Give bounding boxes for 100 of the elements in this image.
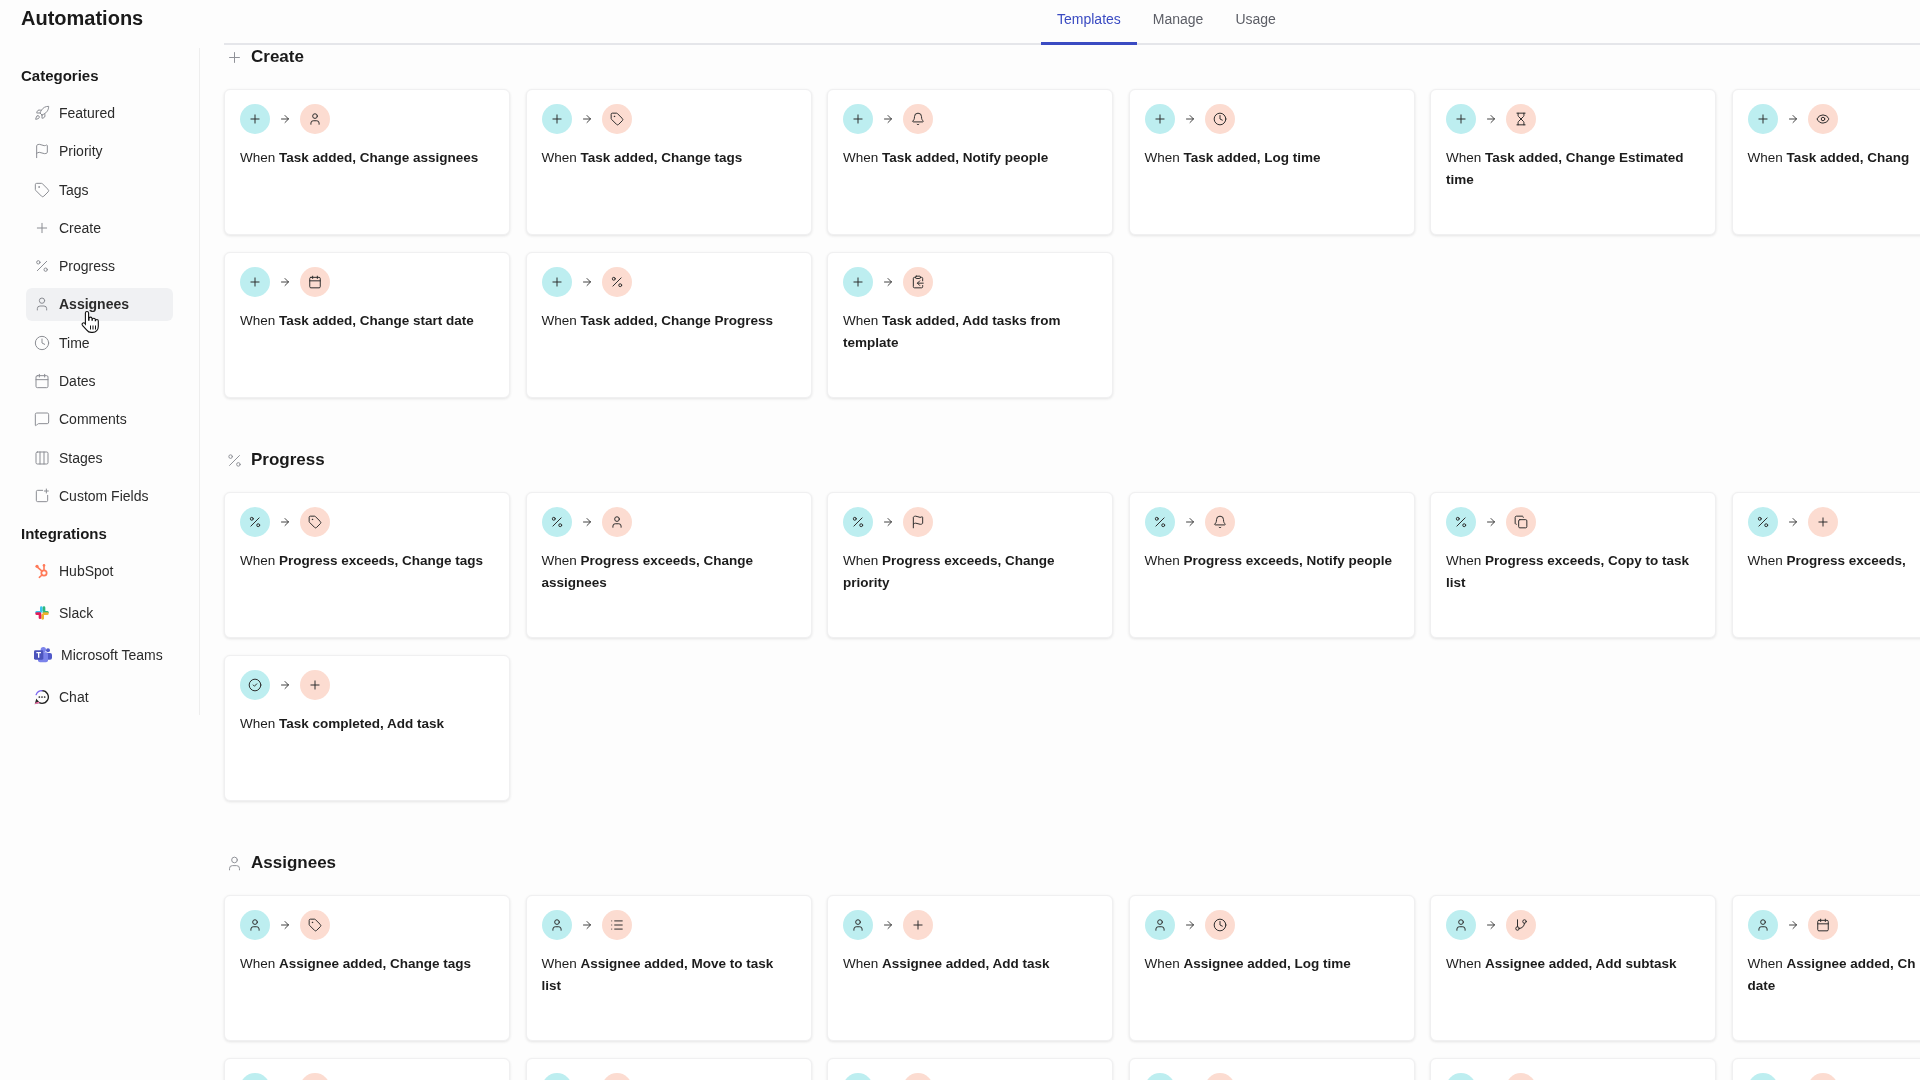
template-card[interactable]: When Task completed, Add task [224, 655, 510, 801]
template-card[interactable]: When Assignee added, Ch date [1731, 895, 1920, 1041]
template-card[interactable]: When Progress exceeds, Change assignees [525, 492, 812, 638]
plus-icon [1807, 507, 1838, 537]
sidebar-item[interactable]: Chat [26, 679, 173, 716]
template-card[interactable]: When Task added, Change Progress [525, 252, 812, 398]
sidebar-item[interactable]: Comments [26, 402, 173, 436]
plus-icon [1144, 104, 1175, 134]
user-icon [601, 507, 632, 537]
template-card[interactable]: When Assignee added, Add subtask [1430, 895, 1716, 1041]
section-title: Assignees [251, 852, 337, 874]
template-description: When Task added, Add tasks from template [843, 312, 1062, 352]
template-card[interactable]: When Progress exceeds, Change tags [224, 492, 510, 638]
list-icon [601, 910, 632, 940]
arrow-right-icon [279, 919, 291, 931]
sidebar-item[interactable]: HubSpot [26, 553, 173, 590]
template-card[interactable]: When Task added, Notify people [827, 89, 1113, 235]
template-description: When Task completed, Add task [240, 715, 445, 733]
percent-icon [1144, 507, 1175, 537]
sidebar-item[interactable]: Assignees [26, 288, 173, 321]
arrow-right-icon [1183, 516, 1196, 528]
template-description: When Progress exceeds, Notify people [1144, 552, 1393, 570]
user-icon [1144, 910, 1175, 940]
check-circle-icon [240, 670, 270, 700]
percent-icon [34, 258, 50, 275]
arrow-right-icon [279, 516, 291, 528]
template-description: When Progress exceeds, Change assignees [541, 552, 755, 592]
template-description: When Task added, Notify people [843, 149, 1049, 167]
square-plus-icon [34, 487, 50, 504]
plus-icon [541, 267, 572, 297]
template-card[interactable]: When Task added, Change assignees [224, 89, 510, 235]
template-card[interactable]: When Task added, Change tags [525, 89, 812, 235]
plus-icon [843, 104, 873, 134]
section-title: Create [251, 46, 304, 68]
template-card[interactable]: When Task added, Chang [1731, 89, 1920, 235]
template-card[interactable]: When Assignee added, Add task [827, 895, 1113, 1041]
template-card[interactable]: When Progress exceeds, Change priority [827, 492, 1113, 638]
clipboard-icon [903, 267, 933, 297]
arrow-right-icon [882, 276, 894, 288]
template-description: When Assignee added, Ch date [1747, 955, 1916, 995]
teams-logo-icon [34, 647, 52, 664]
tag-icon [300, 910, 330, 940]
clock-icon [1204, 104, 1235, 134]
sidebar-item[interactable]: Custom Fields [26, 479, 173, 513]
sidebar-item[interactable]: Slack [26, 595, 173, 632]
slack-logo-icon [34, 605, 50, 622]
clock-icon [1204, 910, 1235, 940]
sidebar-item[interactable]: Priority [26, 134, 173, 168]
template-card[interactable]: When Task added, Log time [1128, 89, 1415, 235]
flag-icon [34, 143, 50, 160]
template-description: When Task added, Change Progress [541, 312, 774, 330]
sidebar-item[interactable]: Create [26, 211, 173, 245]
arrow-right-icon [580, 516, 593, 528]
template-description: When Assignee added, Add task [843, 955, 1050, 973]
template-card[interactable]: When Task added, Add tasks from template [827, 252, 1113, 398]
arrow-right-icon [882, 919, 894, 931]
template-card[interactable]: When Assignee added, Log time [1128, 895, 1415, 1041]
sidebar-item[interactable]: Stages [26, 441, 173, 475]
template-description: When Assignee added, Log time [1144, 955, 1351, 973]
plus-icon [240, 104, 270, 134]
user-icon [843, 910, 873, 940]
calendar-icon [300, 267, 330, 297]
template-description: When Assignee added, Change tags [240, 955, 472, 973]
template-card[interactable]: When Assignee added, Change tags [224, 895, 510, 1041]
sidebar-item[interactable]: Progress [26, 249, 173, 283]
user-icon [34, 296, 50, 313]
user-icon [240, 910, 270, 940]
percent-icon [541, 507, 572, 537]
tab[interactable]: Templates [1041, 0, 1137, 45]
bell-icon [1204, 507, 1235, 537]
sidebar-item[interactable]: Time [26, 326, 173, 360]
arrow-right-icon [580, 113, 593, 125]
template-description: When Progress exceeds, [1747, 552, 1906, 570]
arrow-right-icon [882, 113, 894, 125]
percent-icon [843, 507, 873, 537]
template-description: When Task added, Change Estimated time [1446, 149, 1685, 189]
template-card[interactable]: When Progress exceeds, Notify people [1128, 492, 1415, 638]
sidebar-heading: Categories [21, 67, 99, 85]
sidebar-item[interactable]: Microsoft Teams [26, 637, 173, 674]
tab[interactable]: Manage [1136, 0, 1220, 45]
sidebar-item[interactable]: Tags [26, 173, 173, 207]
arrow-right-icon [1485, 516, 1497, 528]
tag-icon [34, 181, 50, 198]
arrow-right-icon [882, 516, 894, 528]
template-card[interactable]: When Progress exceeds, [1731, 492, 1920, 638]
template-card[interactable]: When Progress exceeds, Copy to task list [1430, 492, 1716, 638]
user-icon [300, 104, 330, 134]
template-description: When Task added, Log time [1144, 149, 1321, 167]
template-card[interactable]: When Assignee added, Move to task list [525, 895, 812, 1041]
template-card[interactable]: When Task added, Change Estimated time [1430, 89, 1716, 235]
sidebar-item[interactable]: Dates [26, 364, 173, 398]
sidebar-heading: Integrations [21, 525, 107, 544]
user-icon [1446, 910, 1476, 940]
calendar-icon [1807, 910, 1838, 940]
plus-icon [903, 910, 933, 940]
tab[interactable]: Usage [1219, 0, 1292, 45]
tag-icon [601, 104, 632, 134]
sidebar-item[interactable]: Featured [26, 96, 173, 130]
template-card[interactable]: When Task added, Change start date [224, 252, 510, 398]
template-description: When Progress exceeds, Change tags [240, 552, 484, 570]
